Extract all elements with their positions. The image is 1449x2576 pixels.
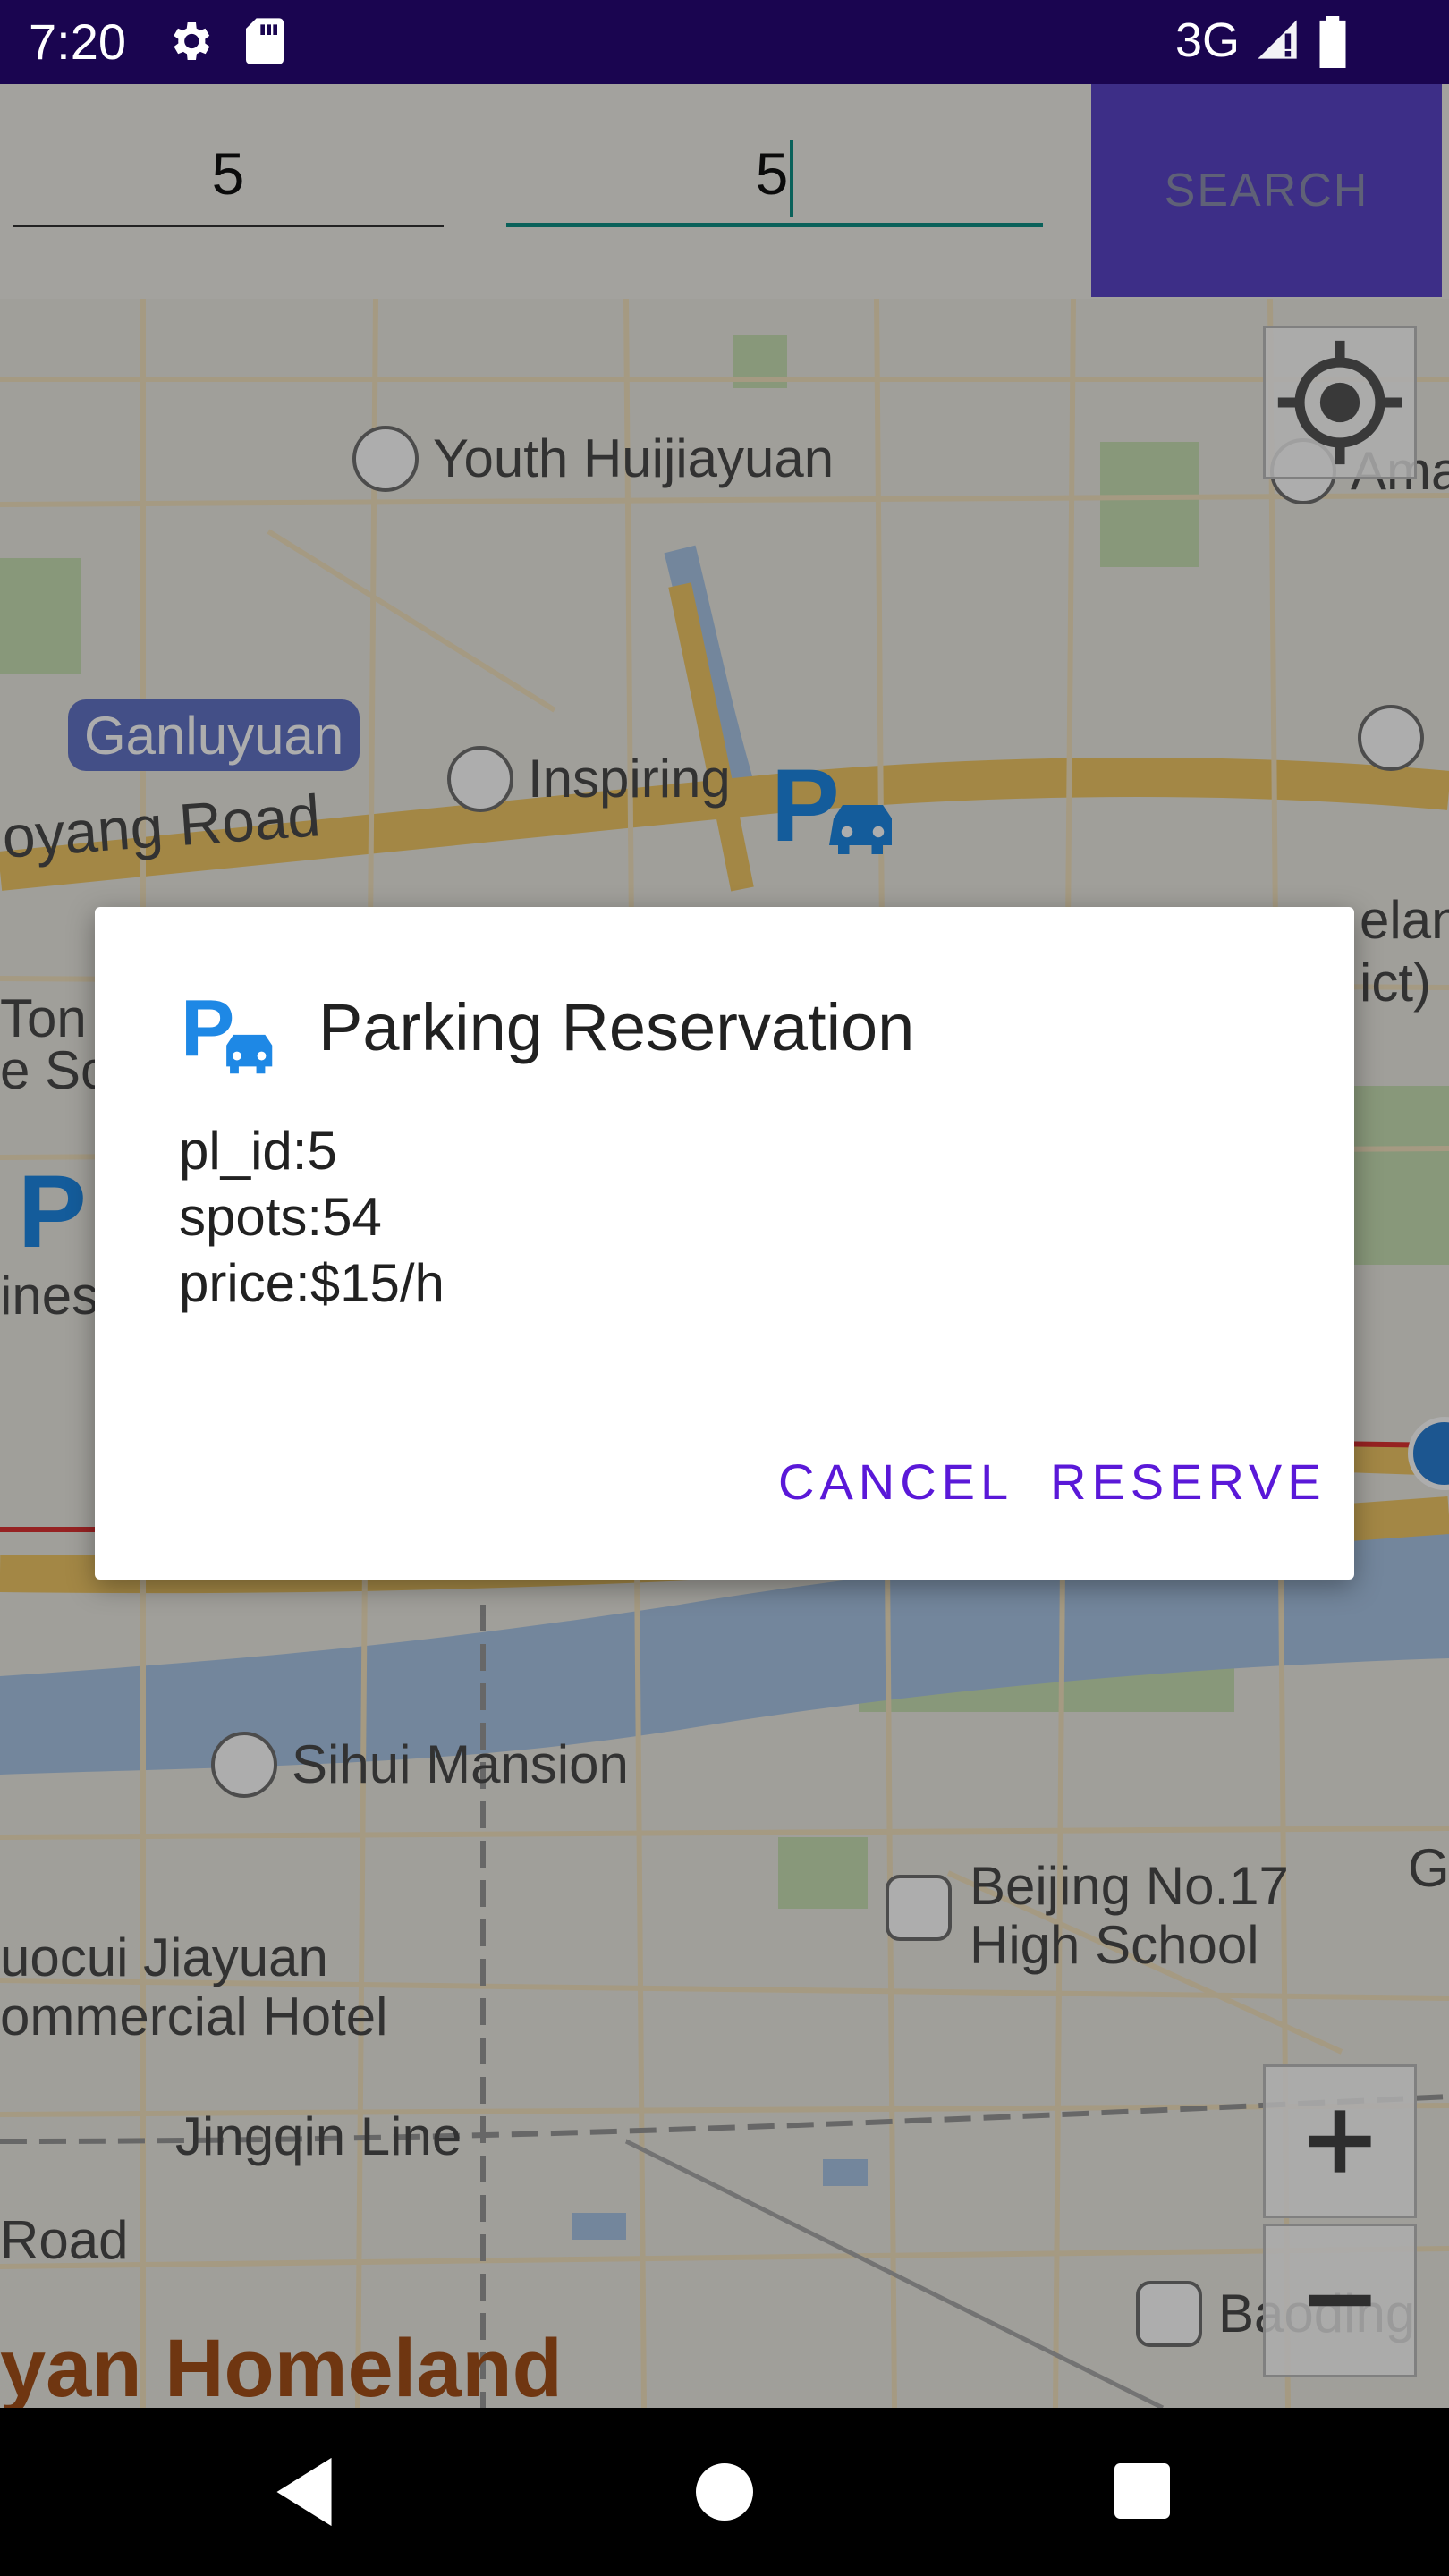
- navigation-bar: [0, 2408, 1449, 2576]
- dialog-title: Parking Reservation: [318, 990, 915, 1064]
- dialog-message: pl_id:5 spots:54 price:$15/h: [179, 1118, 445, 1317]
- battery-icon: [1319, 16, 1346, 68]
- recents-icon[interactable]: [1114, 2463, 1170, 2519]
- cancel-button[interactable]: CANCEL: [778, 1453, 1013, 1511]
- back-icon[interactable]: [268, 2454, 340, 2529]
- signal-icon: [1258, 20, 1297, 59]
- home-icon[interactable]: [696, 2463, 753, 2521]
- reserve-button[interactable]: RESERVE: [1050, 1453, 1326, 1511]
- status-time: 7:20: [29, 13, 126, 70]
- sd-card-icon: [246, 18, 284, 64]
- settings-gear-icon: [174, 22, 210, 60]
- parking-icon: P: [181, 984, 273, 1074]
- dialog-line-spots: spots:54: [179, 1187, 382, 1247]
- dialog-line-price: price:$15/h: [179, 1253, 445, 1313]
- network-type: 3G: [1175, 13, 1241, 67]
- reservation-dialog: P Parking Reservation pl_id:5 spots:54 p…: [95, 907, 1354, 1580]
- dialog-line-id: pl_id:5: [179, 1121, 337, 1181]
- status-bar: 7:20 3G: [0, 0, 1449, 84]
- app-screen: Youth Huijiayuan Ama Ganluyuan Inspiring…: [0, 84, 1449, 2408]
